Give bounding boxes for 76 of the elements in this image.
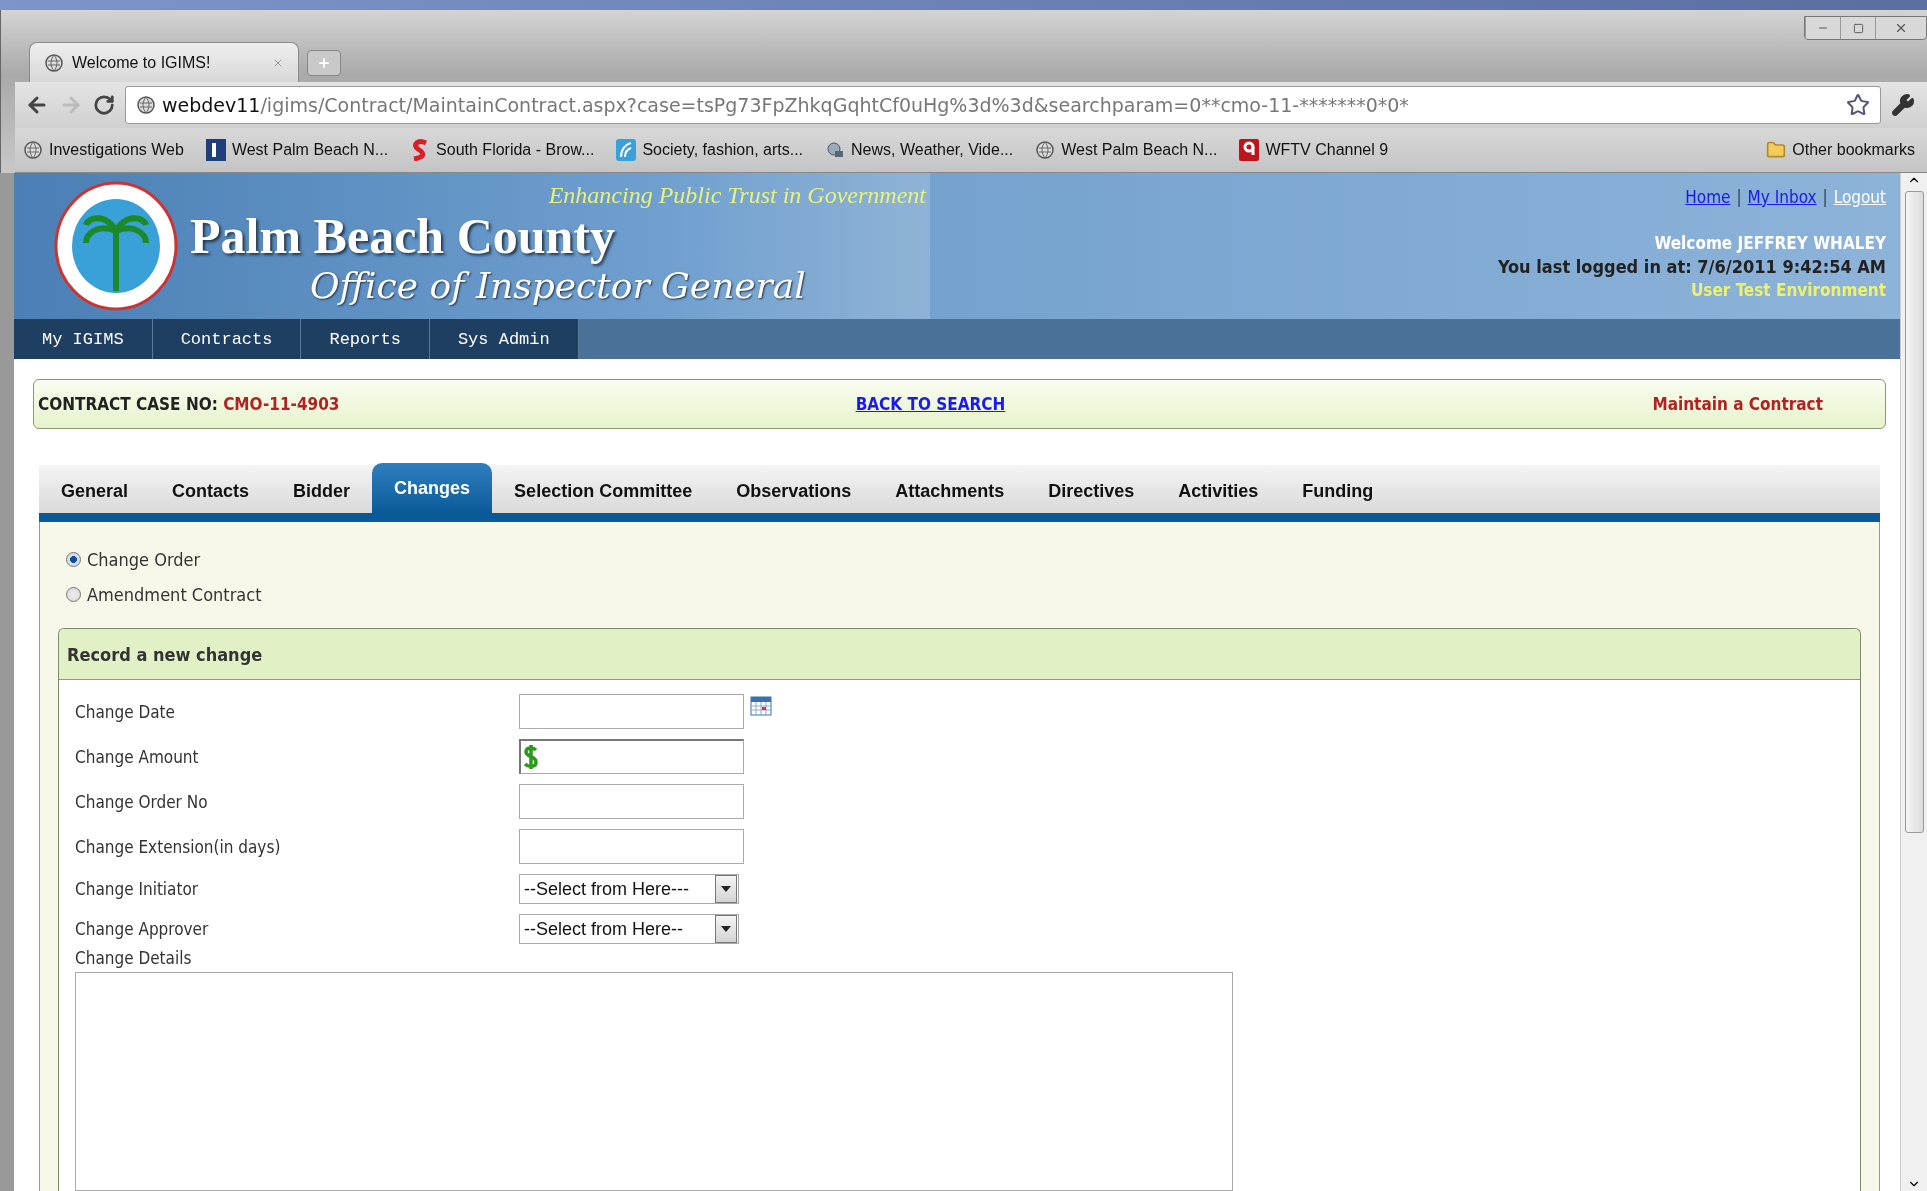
field-label: Change Extension(in days) [75, 836, 282, 857]
globe-icon [23, 140, 43, 160]
folder-icon [1766, 140, 1787, 160]
globe-icon [136, 95, 156, 115]
tab[interactable]: General [39, 469, 151, 513]
date-field[interactable] [519, 694, 744, 729]
nav-item[interactable]: Sys Admin [429, 319, 579, 359]
tab[interactable]: Directives [1026, 469, 1157, 513]
nav-item[interactable]: My IGIMS [14, 319, 153, 359]
nav-item[interactable]: Contracts [152, 319, 302, 359]
tab[interactable]: Selection Committee [492, 469, 715, 513]
radio-icon[interactable] [66, 587, 81, 602]
last-login-text: You last logged in at: 7/6/2011 9:42:54 AM [1497, 256, 1886, 277]
caret-icon [721, 886, 731, 892]
site-subtitle: Office of Inspector General [309, 265, 807, 306]
maximize-icon [1852, 22, 1864, 34]
star-icon[interactable] [1846, 93, 1870, 117]
tab[interactable]: Changes [372, 463, 493, 513]
reload-icon[interactable] [93, 94, 115, 116]
tagline: Enhancing Public Trust in Government [548, 182, 926, 209]
tab[interactable]: Activities [1156, 469, 1281, 513]
field-label: Change Date [75, 701, 176, 722]
field-label: Change Approver [75, 919, 210, 939]
nav-item[interactable]: Reports [301, 319, 430, 359]
bookmark[interactable]: Society, fashion, arts... [616, 139, 804, 161]
section-title: Record a new change [59, 629, 1860, 680]
plus-icon [317, 56, 331, 70]
globe-icon [44, 52, 64, 73]
header-link[interactable]: My Inbox [1747, 187, 1817, 207]
bookmark[interactable]: WFTV Channel 9 [1239, 139, 1389, 161]
back-to-search-link[interactable]: BACK TO SEARCH [855, 394, 1006, 414]
site-logo-icon [205, 139, 226, 161]
bookmark[interactable]: South Florida - Brow... [410, 139, 595, 161]
field-label: Change Details [75, 948, 193, 968]
radio-icon[interactable] [66, 552, 81, 567]
dollar-icon [523, 744, 539, 770]
select-dropdown[interactable]: --Select from Here--- [519, 874, 739, 904]
welcome-text: Welcome JEFFREY WHALEY [1654, 233, 1886, 253]
bookmark[interactable]: Investigations Web [23, 140, 184, 160]
field-label: Change Initiator [75, 879, 200, 899]
calendar-icon[interactable] [750, 694, 772, 716]
news-icon [825, 140, 846, 160]
bookmark[interactable]: West Palm Beach N... [205, 139, 389, 161]
page-title: Maintain a Contract [1652, 394, 1823, 414]
new-tab-button[interactable] [307, 50, 341, 76]
leaf-icon [616, 139, 637, 161]
tab[interactable]: Bidder [271, 469, 373, 513]
case-number-text: CONTRACT CASE NO: CMO-11-4903 [38, 394, 341, 414]
select-dropdown[interactable]: --Select from Here-- [519, 914, 739, 944]
bookmark-folder[interactable]: Other bookmarks [1766, 140, 1915, 160]
settings-icon[interactable] [1891, 93, 1915, 117]
bookmark[interactable]: News, Weather, Vide... [825, 140, 1014, 160]
separator: | [1822, 187, 1828, 207]
header-link[interactable]: Home [1685, 187, 1731, 207]
address-bar[interactable]: webdev11/igims/Contract/MaintainContract.aspx?case=tsPg73FpZhkqGqhtCf0uHg%3d%3d&searchparam=0**cmo-11-*******0*0* [125, 86, 1881, 124]
close-icon [1894, 21, 1908, 35]
tab[interactable]: Funding [1280, 469, 1396, 513]
field-label: Change Amount [75, 746, 200, 767]
channel-logo-icon [1239, 139, 1260, 161]
separator: | [1736, 187, 1742, 207]
radio-option[interactable]: Amendment Contract [58, 577, 1861, 612]
tab[interactable]: Contacts [150, 469, 272, 513]
bookmark[interactable]: West Palm Beach N... [1035, 140, 1218, 160]
scrollbar[interactable] [1900, 173, 1927, 1191]
browser-tab[interactable]: Welcome to IGIMS! [29, 42, 299, 82]
caret-icon [721, 926, 731, 932]
radio-option[interactable]: Change Order [58, 542, 1861, 577]
site-title: Palm Beach County [190, 208, 616, 265]
tab[interactable]: Attachments [873, 469, 1027, 513]
text-field[interactable] [519, 784, 744, 819]
text-field[interactable] [519, 829, 744, 864]
globe-icon [1035, 140, 1056, 160]
amount-field[interactable] [519, 739, 744, 774]
field-label: Change Order No [75, 791, 209, 812]
environment-label: User Test Environment [1690, 280, 1886, 300]
tab[interactable]: Observations [714, 469, 874, 513]
